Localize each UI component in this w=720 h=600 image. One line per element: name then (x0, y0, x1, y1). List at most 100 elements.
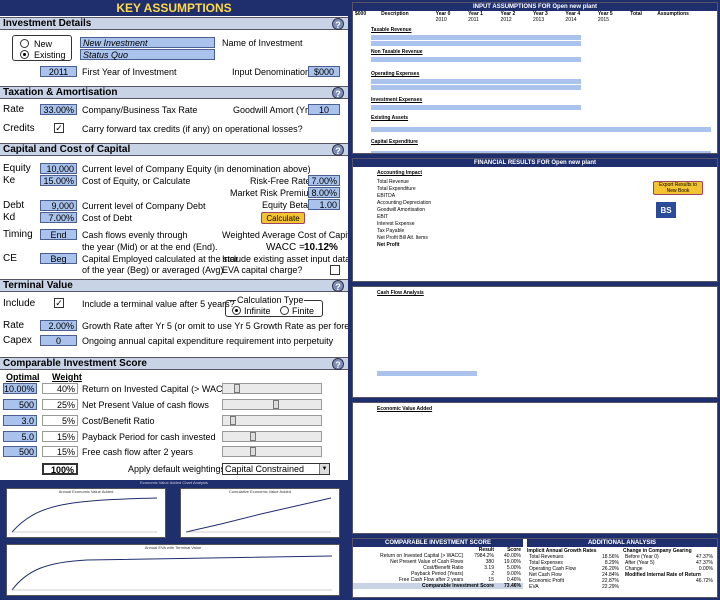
help-icon[interactable]: ? (332, 358, 344, 370)
eva-panel: Economic Value Added (352, 402, 718, 534)
first-year-input[interactable]: 2011 (40, 66, 77, 77)
section-taxation: Taxation & Amortisation ? (0, 86, 348, 99)
export-results-button[interactable]: Export Results to New Book (653, 181, 703, 195)
credits-label: Credits (3, 123, 35, 134)
tax-rate-input[interactable]: 33.00% (40, 104, 77, 115)
annual-eva-chart: Annual Economic Value Added (6, 488, 166, 538)
row-value: 46.72% (696, 578, 713, 584)
calculate-button[interactable]: Calculate (261, 212, 305, 224)
goodwill-input[interactable]: 10 (308, 104, 340, 115)
ce-desc-2: of the year (Beg) or averaged (Avg). (82, 265, 226, 275)
financial-results-panel: FINANCIAL RESULTS FOR Open new plant Acc… (352, 158, 718, 282)
year-cell: 2011 (468, 17, 479, 23)
logo-icon: BS (655, 201, 677, 219)
input-row[interactable] (371, 35, 581, 40)
section-label: Existing Assets (371, 115, 409, 121)
growth-rate-desc: Growth Rate after Yr 5 (or omit to use Y… (82, 321, 348, 331)
weight-slider[interactable] (222, 431, 322, 442)
slider-knob[interactable] (250, 432, 256, 441)
input-panel-title: INPUT ASSUMPTIONS FOR Open new plant (353, 3, 717, 11)
table-year-row: 2010 2011 2012 2013 2014 2015 (353, 17, 717, 23)
score-desc: Cost/Benefit Ratio (82, 416, 155, 426)
input-row[interactable] (371, 41, 581, 46)
annual-eva-terminal-chart: Annual EVA with Terminal Value (6, 544, 340, 596)
input-row[interactable] (371, 57, 581, 62)
help-icon[interactable]: ? (332, 18, 344, 30)
weightings-dropdown[interactable]: Capital Constrained ▼ (222, 463, 330, 475)
input-row[interactable] (371, 127, 711, 132)
slider-knob[interactable] (273, 400, 279, 409)
kd-input[interactable]: 7.00% (40, 212, 77, 223)
wacc-value: 10.12% (304, 242, 338, 253)
input-row[interactable] (371, 105, 581, 110)
slider-knob[interactable] (234, 384, 240, 393)
section-investment-details: Investment Details ? (0, 17, 348, 30)
optimal-input[interactable]: 10.00% (3, 383, 37, 394)
status-input[interactable]: Status Quo (80, 49, 215, 60)
help-icon[interactable]: ? (332, 280, 344, 292)
denomination-label: Input Denomination (232, 67, 311, 77)
slider-knob[interactable] (250, 447, 256, 456)
optimal-input[interactable]: 500 (3, 446, 37, 457)
section-label: Accounting Impact (377, 170, 423, 176)
ce-right-2: EVA capital charge? (222, 265, 303, 275)
ce-right-1: Include existing asset input data in (222, 254, 348, 264)
weight-value: 25% (42, 399, 78, 410)
new-radio[interactable] (20, 39, 29, 48)
additional-title: ADDITIONAL ANALYSIS (527, 539, 717, 547)
weight-slider[interactable] (222, 415, 322, 426)
credits-desc: Carry forward tax credits (if any) on op… (82, 124, 303, 134)
section-label: Capital Expenditure (371, 139, 418, 145)
infinite-radio[interactable] (232, 306, 241, 315)
help-icon[interactable]: ? (332, 87, 344, 99)
credits-checkbox[interactable]: ✓ (54, 123, 64, 133)
year-cell: 2012 (500, 17, 512, 23)
section-terminal-value: Terminal Value ? (0, 279, 348, 292)
section-label: Non Taxable Revenue (371, 49, 423, 55)
capex-desc: Ongoing annual capital expenditure requi… (82, 336, 334, 346)
chevron-down-icon[interactable]: ▼ (319, 464, 329, 474)
growth-table: Total Revenues 18.56% Total Expenses 8.29%… (527, 554, 621, 590)
score-desc: Return on Invested Capital (> WACC) (82, 384, 232, 394)
equity-input[interactable]: 10,000 (40, 163, 77, 174)
section-label: Taxable Revenue (371, 27, 412, 33)
ce-existing-checkbox[interactable] (330, 265, 340, 275)
kd-desc: Cost of Debt (82, 213, 133, 223)
input-row[interactable] (371, 79, 581, 84)
total-label: Comparable Investment Score (422, 583, 494, 589)
optimal-input[interactable]: 500 (3, 399, 37, 410)
debt-input[interactable]: 9,000 (40, 200, 77, 211)
ce-input[interactable]: Beg (40, 253, 77, 264)
finite-radio[interactable] (280, 306, 289, 315)
first-year-label: First Year of Investment (82, 67, 177, 77)
help-icon[interactable]: ? (332, 144, 344, 156)
weight-slider[interactable] (222, 399, 322, 410)
include-desc: Include a terminal value after 5 years? (82, 299, 235, 309)
capex-input[interactable]: 0 (40, 335, 77, 346)
timing-input[interactable]: End (40, 229, 77, 240)
include-checkbox[interactable]: ✓ (54, 298, 64, 308)
growth-rate-input[interactable]: 2.00% (40, 320, 77, 331)
table-total-row: Comparable Investment Score 73.46% (353, 583, 523, 589)
new-label: New (34, 39, 53, 49)
beta-input[interactable]: 1.00 (308, 199, 340, 210)
risk-free-input[interactable]: 7.00% (308, 175, 340, 186)
annual-eva-chart-plot (11, 497, 158, 533)
year-cell: 2015 (597, 17, 609, 23)
row-label: EBITDA (377, 193, 396, 199)
score-analysis-panel: COMPARABLE INVESTMENT SCORE Result Score… (352, 538, 718, 598)
total-weight: 100% (42, 463, 78, 475)
row-label: Tax Payable (377, 228, 405, 234)
mrp-input[interactable]: 8.00% (308, 187, 340, 198)
weight-slider[interactable] (222, 446, 322, 457)
weight-slider[interactable] (222, 383, 322, 394)
optimal-input[interactable]: 5.0 (3, 431, 37, 442)
optimal-input[interactable]: 3.0 (3, 415, 37, 426)
slider-knob[interactable] (230, 416, 236, 425)
ke-input[interactable]: 15.00% (40, 175, 77, 186)
investment-name-input[interactable]: New Investment (80, 37, 215, 48)
existing-radio[interactable] (20, 50, 29, 59)
denomination-input[interactable]: $000 (308, 66, 340, 77)
input-row[interactable] (371, 85, 581, 90)
input-row[interactable] (371, 151, 711, 153)
